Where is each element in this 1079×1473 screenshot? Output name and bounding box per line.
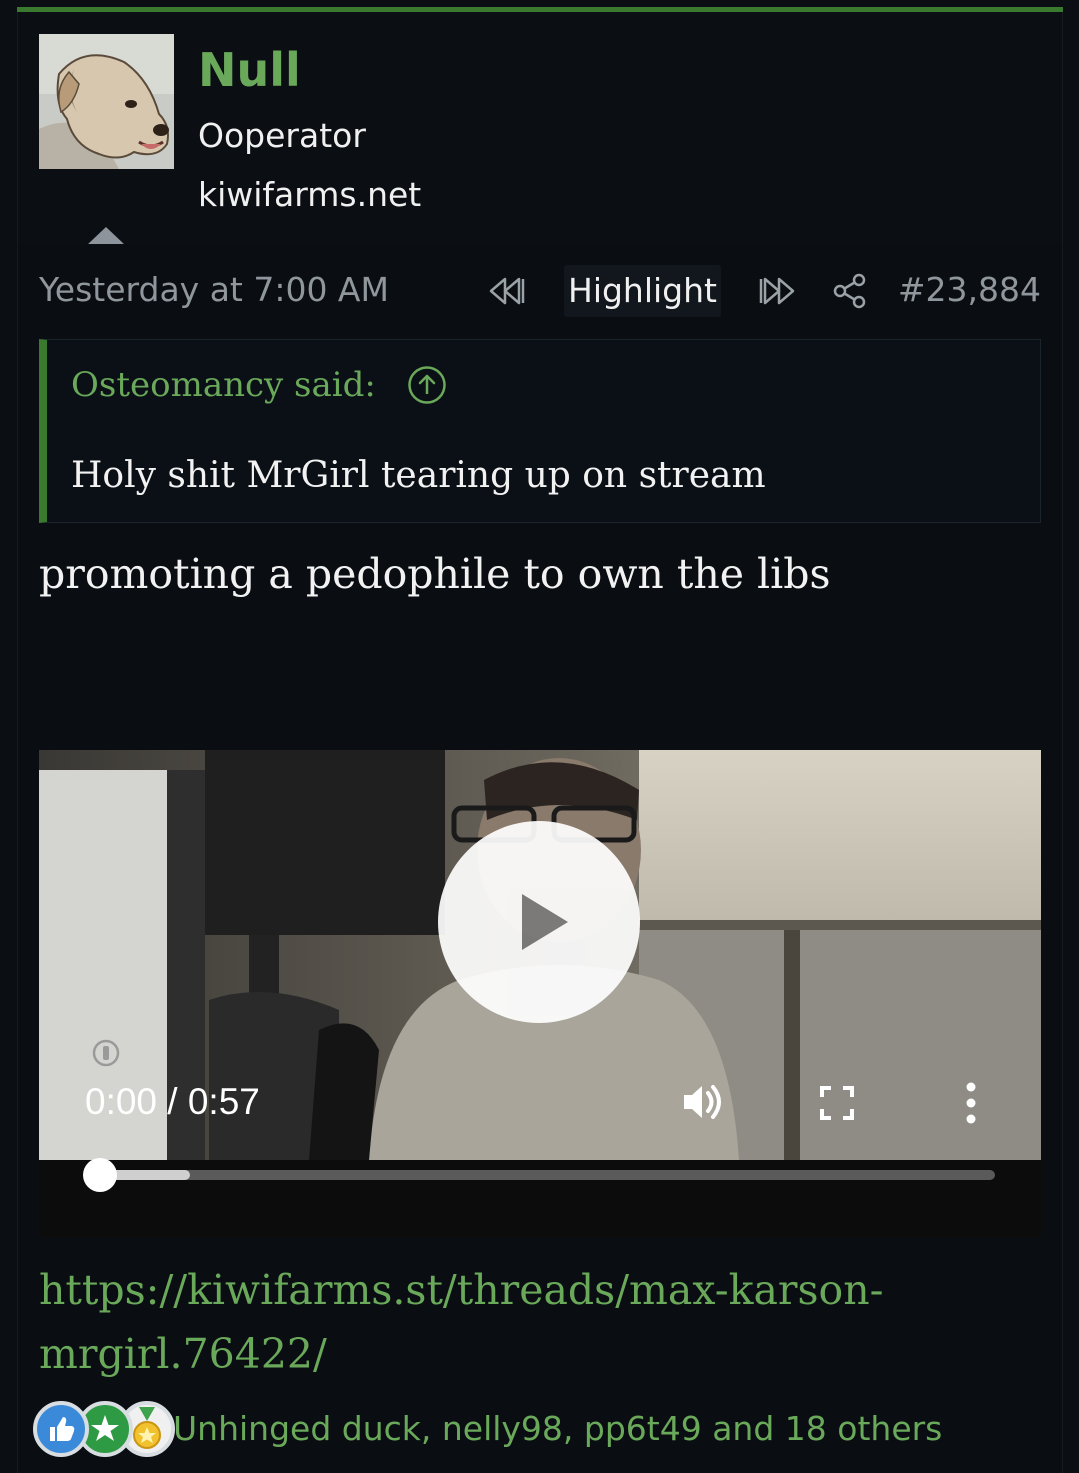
video-scrub-handle[interactable]: [83, 1158, 117, 1192]
thread-link[interactable]: https://kiwifarms.st/threads/max-karson-…: [39, 1258, 1041, 1386]
play-button[interactable]: [438, 821, 640, 1023]
previous-highlight-icon[interactable]: [487, 276, 527, 306]
post-meta-row: Yesterday at 7:00 AM Highlight #23,884: [39, 262, 1041, 318]
post-body-text: promoting a pedophile to own the libs: [39, 550, 831, 598]
reactions-bar[interactable]: Unhinged duck, nelly98, pp6t49 and 18 ot…: [33, 1401, 1043, 1461]
more-options-icon[interactable]: [961, 1082, 981, 1124]
fullscreen-icon[interactable]: [819, 1085, 855, 1121]
volume-icon[interactable]: [680, 1080, 726, 1124]
go-to-quote-icon[interactable]: [407, 365, 447, 405]
arrow-up-icon: [87, 227, 125, 245]
highlight-button[interactable]: Highlight: [564, 265, 721, 317]
avatar[interactable]: [39, 34, 174, 169]
username[interactable]: Null: [198, 40, 301, 100]
watermark-icon: [92, 1039, 120, 1067]
like-icon: [33, 1401, 89, 1457]
user-title: Ooperator: [198, 116, 366, 155]
post-date[interactable]: Yesterday at 7:00 AM: [39, 268, 389, 312]
user-site: kiwifarms.net: [198, 175, 422, 214]
quote-author[interactable]: Osteomancy said:: [71, 363, 376, 407]
reaction-users[interactable]: Unhinged duck, nelly98, pp6t49 and 18 ot…: [173, 1407, 942, 1451]
video-time: 0:00 / 0:57: [85, 1081, 260, 1122]
dog-avatar-image: [39, 34, 174, 169]
top-accent-line: [17, 7, 1063, 12]
video-progress-bar[interactable]: [101, 1170, 995, 1180]
post-frame-right: [1062, 12, 1063, 1473]
play-icon: [522, 894, 568, 950]
share-icon[interactable]: [832, 273, 868, 309]
next-highlight-icon[interactable]: [757, 276, 797, 306]
quote-text: Holy shit MrGirl tearing up on stream: [71, 455, 766, 496]
quote-block: Osteomancy said: Holy shit MrGirl tearin…: [39, 339, 1041, 523]
video-player[interactable]: 0:00 / 0:57: [39, 750, 1041, 1238]
post-number[interactable]: #23,884: [898, 268, 1041, 312]
